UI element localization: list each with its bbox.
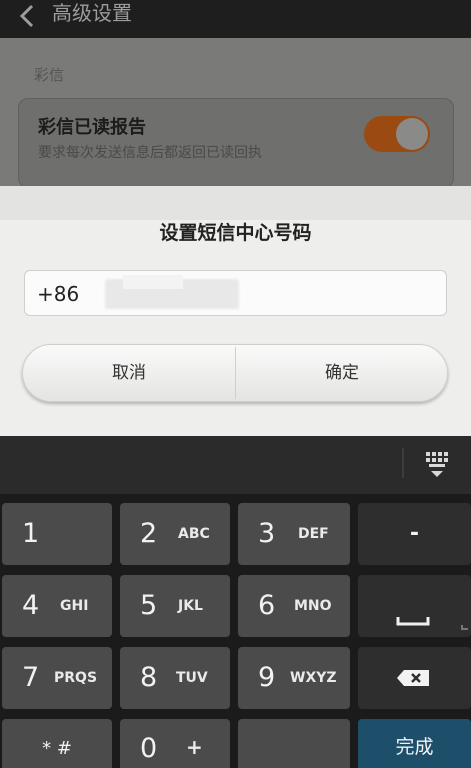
- sms-center-dialog: 设置短信中心号码 +86 取消 确定: [0, 186, 471, 436]
- space-icon: [396, 617, 430, 626]
- key-dash[interactable]: -: [358, 503, 471, 565]
- read-report-subtitle: 要求每次发送信息后都返回已读回执: [38, 145, 262, 161]
- cancel-button[interactable]: 取消: [23, 345, 235, 401]
- backspace-icon: [397, 670, 429, 686]
- redacted-number-blur-highlight: [123, 275, 183, 289]
- key-8[interactable]: 8 TUV: [120, 647, 230, 709]
- space-icon-shadow: [461, 625, 468, 630]
- screen: 高级设置 彩信 彩信已读报告 要求每次发送信息后都返回已读回执 设置短信中心号码…: [0, 0, 471, 768]
- key-space[interactable]: [358, 575, 471, 637]
- keyboard-toolbar: [0, 436, 471, 494]
- dialog-button-bar: 取消 确定: [22, 344, 448, 402]
- key-star-hash[interactable]: * #: [2, 719, 112, 768]
- section-label: 彩信: [34, 66, 65, 84]
- keyboard-hide-icon[interactable]: [420, 450, 458, 480]
- numeric-keyboard: 1 2 ABC 3 DEF - 4 GHI 5 JKL 6 MNO 7 PRQS…: [0, 494, 471, 768]
- dialog-header-band: [0, 186, 471, 220]
- done-button[interactable]: 完成: [358, 719, 471, 768]
- key-blank[interactable]: [238, 719, 350, 768]
- key-backspace[interactable]: [358, 647, 471, 709]
- ok-button[interactable]: 确定: [236, 345, 448, 401]
- toggle-knob: [396, 118, 428, 150]
- back-arrow-icon[interactable]: [14, 2, 44, 32]
- key-3[interactable]: 3 DEF: [238, 503, 350, 565]
- page-title: 高级设置: [52, 1, 132, 25]
- key-1[interactable]: 1: [2, 503, 112, 565]
- key-2[interactable]: 2 ABC: [120, 503, 230, 565]
- key-9[interactable]: 9 WXYZ: [238, 647, 350, 709]
- read-report-toggle[interactable]: [364, 116, 430, 152]
- dialog-title: 设置短信中心号码: [159, 222, 312, 244]
- key-6[interactable]: 6 MNO: [238, 575, 350, 637]
- key-5[interactable]: 5 JKL: [120, 575, 230, 637]
- title-bar: 高级设置: [0, 0, 471, 38]
- key-4[interactable]: 4 GHI: [2, 575, 112, 637]
- read-report-title: 彩信已读报告: [38, 117, 146, 138]
- number-input-value: +86: [37, 282, 80, 306]
- sms-center-number-input[interactable]: +86: [24, 270, 447, 316]
- key-0[interactable]: 0 +: [120, 719, 230, 768]
- key-7[interactable]: 7 PRQS: [2, 647, 112, 709]
- toolbar-separator: [402, 448, 404, 478]
